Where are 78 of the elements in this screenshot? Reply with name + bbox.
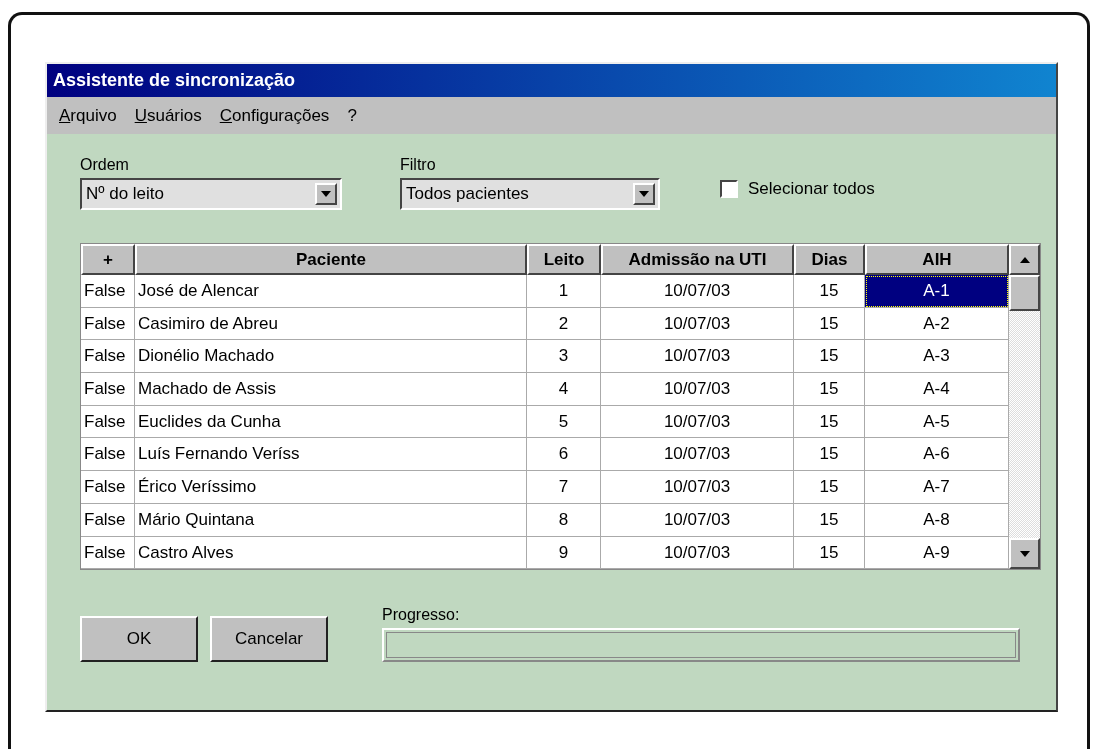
days-cell: 15 <box>794 275 865 308</box>
patient-cell: Casimiro de Abreu <box>135 307 527 341</box>
date-cell: 10/07/03 <box>601 405 794 439</box>
bed-cell: 9 <box>527 536 601 570</box>
flag-cell: False <box>81 405 135 439</box>
bed-cell: 8 <box>527 503 601 537</box>
patient-cell: Mário Quintana <box>135 503 527 537</box>
bed-cell: 2 <box>527 307 601 341</box>
flag-cell: False <box>81 275 135 308</box>
aih-cell: A-6 <box>865 438 1009 472</box>
patient-cell: Castro Alves <box>135 536 527 570</box>
days-cell: 15 <box>794 471 865 504</box>
column-header[interactable]: AIH <box>865 244 1009 275</box>
aih-cell: A-7 <box>865 471 1009 504</box>
scroll-down-icon[interactable] <box>1009 538 1040 570</box>
date-cell: 10/07/03 <box>601 373 794 406</box>
date-cell: 10/07/03 <box>601 340 794 374</box>
progress-label: Progresso: <box>382 606 461 626</box>
bed-cell: 1 <box>527 275 601 308</box>
date-cell: 10/07/03 <box>601 536 794 570</box>
patient-cell: Machado de Assis <box>135 373 527 406</box>
flag-cell: False <box>81 340 135 374</box>
patient-cell: Luís Fernando Veríss <box>135 438 527 472</box>
order-label: Ordem <box>80 156 130 175</box>
column-header[interactable]: Leito <box>527 244 601 275</box>
flag-cell: False <box>81 503 135 537</box>
column-header[interactable]: Paciente <box>135 244 527 275</box>
scroll-up-icon[interactable] <box>1009 244 1040 275</box>
date-cell: 10/07/03 <box>601 275 794 308</box>
bed-cell: 3 <box>527 340 601 374</box>
days-cell: 15 <box>794 536 865 570</box>
aih-cell: A-5 <box>865 405 1009 439</box>
patient-cell: Dionélio Machado <box>135 340 527 374</box>
column-header[interactable]: Admissão na UTI <box>601 244 794 275</box>
flag-cell: False <box>81 373 135 406</box>
days-cell: 15 <box>794 405 865 439</box>
aih-cell: A-9 <box>865 536 1009 570</box>
aih-cell: A-3 <box>865 340 1009 374</box>
days-cell: 15 <box>794 438 865 472</box>
window-title: Assistente de sincronização <box>53 70 296 91</box>
aih-cell: A-2 <box>865 307 1009 341</box>
order-dropdown[interactable]: Nº do leito <box>80 178 342 210</box>
date-cell: 10/07/03 <box>601 438 794 472</box>
filter-label: Filtro <box>400 156 437 175</box>
patient-cell: José de Alencar <box>135 275 527 308</box>
dialog-button[interactable]: Cancelar <box>210 616 328 663</box>
flag-cell: False <box>81 438 135 472</box>
column-header[interactable]: Dias <box>794 244 865 275</box>
date-cell: 10/07/03 <box>601 471 794 504</box>
bed-cell: 5 <box>527 405 601 439</box>
aih-cell: A-4 <box>865 373 1009 406</box>
bed-cell: 7 <box>527 471 601 504</box>
flag-cell: False <box>81 471 135 504</box>
checkbox-label: Selecionar todos <box>748 180 875 198</box>
menu-item[interactable]: Arquivo <box>59 105 117 126</box>
menu-item[interactable]: ? <box>347 105 357 126</box>
patient-cell: Euclides da Cunha <box>135 405 527 439</box>
aih-cell: A-1 <box>865 275 1009 308</box>
dialog-button[interactable]: OK <box>80 616 198 663</box>
days-cell: 15 <box>794 340 865 374</box>
scrollbar[interactable] <box>1009 244 1040 570</box>
flag-cell: False <box>81 307 135 341</box>
checkbox[interactable] <box>720 180 738 198</box>
date-cell: 10/07/03 <box>601 503 794 537</box>
days-cell: 15 <box>794 307 865 341</box>
days-cell: 15 <box>794 503 865 537</box>
menu-item[interactable]: Configurações <box>219 105 330 126</box>
patient-cell: Érico Veríssimo <box>135 471 527 504</box>
column-header[interactable]: + <box>81 244 135 275</box>
days-cell: 15 <box>794 373 865 406</box>
filter-dropdown[interactable]: Todos pacientes <box>400 178 660 210</box>
flag-cell: False <box>81 536 135 570</box>
aih-cell: A-8 <box>865 503 1009 537</box>
bed-cell: 4 <box>527 373 601 406</box>
scroll-thumb[interactable] <box>1009 275 1040 311</box>
menu-item[interactable]: Usuários <box>134 105 202 126</box>
date-cell: 10/07/03 <box>601 307 794 341</box>
bed-cell: 6 <box>527 438 601 472</box>
